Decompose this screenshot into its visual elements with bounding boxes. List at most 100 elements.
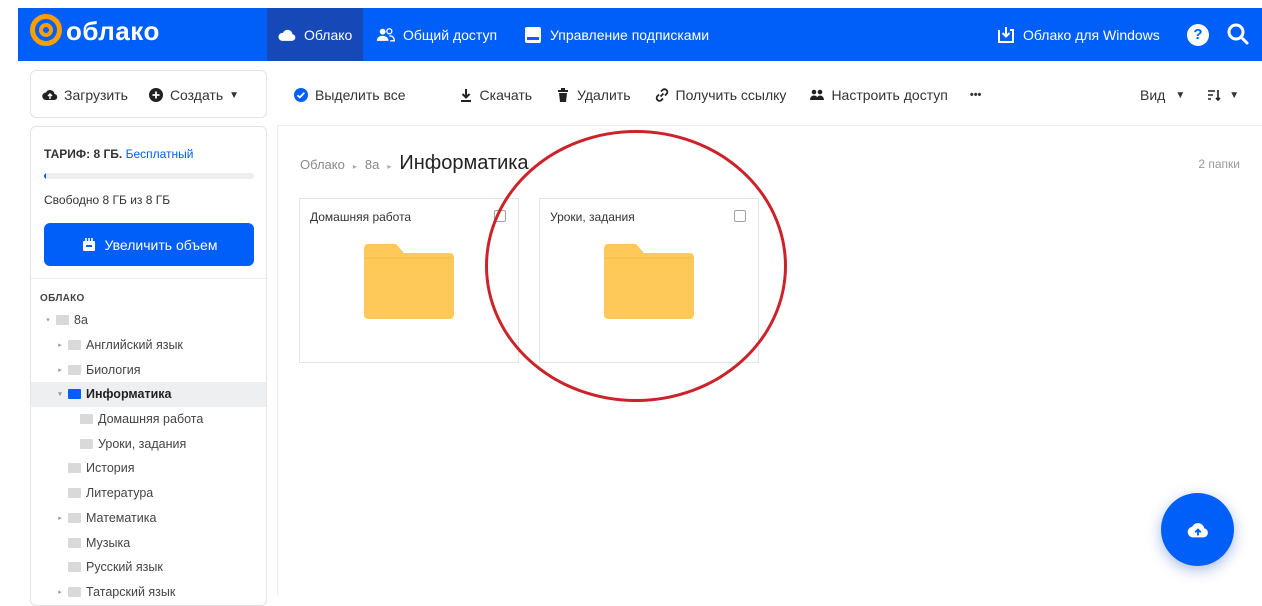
- plus-circle-icon: [148, 88, 163, 102]
- upload-create-toolbar: Загрузить Создать ▼: [42, 77, 239, 113]
- view-label: Вид: [1140, 87, 1166, 103]
- tree-item-label: Русский язык: [86, 560, 163, 575]
- breadcrumb-item-8a[interactable]: 8а: [365, 157, 379, 172]
- more-icon: •••: [969, 89, 982, 101]
- tree-item[interactable]: Музыка: [31, 530, 266, 555]
- tree-item[interactable]: ▾ 8а: [31, 308, 266, 333]
- logo[interactable]: облако: [30, 14, 160, 47]
- tree-item[interactable]: Домашняя работа: [31, 407, 266, 432]
- breadcrumb: Облако ▸ 8а ▸ Информатика: [300, 152, 529, 175]
- tree-item[interactable]: ▾ Информатика: [31, 382, 266, 407]
- storage-progress-fill: [44, 173, 47, 179]
- sort-button[interactable]: ▼: [1207, 87, 1239, 103]
- tree-item[interactable]: Уроки, задания: [31, 431, 266, 456]
- tree-item-label: Уроки, задания: [98, 436, 187, 451]
- breadcrumb-item-cloud[interactable]: Облако: [300, 157, 345, 172]
- upload-label: Загрузить: [64, 87, 128, 103]
- nav-item-cloud[interactable]: Облако: [277, 26, 352, 44]
- tree-item-label: Музыка: [86, 535, 131, 550]
- people-icon: [810, 89, 825, 100]
- sidebar: ТАРИФ: 8 ГБ. Бесплатный Свободно 8 ГБ из…: [30, 126, 267, 606]
- folder-icon: [56, 315, 69, 326]
- help-icon[interactable]: ?: [1187, 24, 1209, 46]
- upload-button[interactable]: Загрузить: [42, 87, 128, 103]
- tree-title: ОБЛАКО: [40, 293, 85, 304]
- folder-icon: [604, 244, 694, 319]
- chevron-down-icon[interactable]: ▾: [55, 390, 65, 398]
- trash-icon: [558, 88, 569, 102]
- folder-icon: [68, 364, 81, 375]
- tree-item-label: История: [86, 461, 135, 476]
- configure-access-label: Настроить доступ: [831, 87, 948, 103]
- configure-access-button[interactable]: Настроить доступ: [809, 87, 948, 103]
- folder-checkbox[interactable]: [734, 210, 746, 222]
- chevron-right-icon[interactable]: ▸: [55, 341, 65, 349]
- folder-name: Домашняя работа: [310, 210, 412, 224]
- chevron-right-icon[interactable]: ▸: [55, 514, 65, 522]
- nav-item-label: Общий доступ: [403, 27, 498, 43]
- cloud-upload-icon: [42, 90, 58, 101]
- tree-item-label: 8а: [74, 313, 88, 328]
- logo-at-icon: [30, 14, 62, 46]
- view-button[interactable]: Вид ▼: [1140, 87, 1185, 103]
- tree-item-label: Литература: [86, 486, 154, 501]
- folder-name: Уроки, задания: [550, 210, 635, 224]
- tree-item-label: Домашняя работа: [98, 412, 204, 427]
- main-toolbar: Выделить все Скачать Удалить Получить сс…: [293, 77, 981, 113]
- upload-fab-button[interactable]: [1161, 493, 1234, 566]
- select-all-button[interactable]: Выделить все: [293, 87, 406, 103]
- folder-icon: [68, 463, 81, 474]
- delete-button[interactable]: Удалить: [555, 87, 631, 103]
- tariff-prefix: ТАРИФ: 8 ГБ.: [44, 147, 123, 161]
- chevron-right-icon[interactable]: ▸: [55, 366, 65, 374]
- folder-count: 2 папки: [1198, 157, 1240, 171]
- cloud-icon: [278, 29, 296, 41]
- subscription-icon: [525, 27, 541, 43]
- nav-item-subscriptions[interactable]: Управление подписками: [523, 26, 709, 44]
- folder-tree: ▾ 8а ▸ Английский язык ▸ Биология ▾ Информатика…: [31, 308, 266, 605]
- download-button[interactable]: Скачать: [458, 87, 533, 103]
- download-label: Скачать: [479, 87, 533, 103]
- tree-item[interactable]: Литература: [31, 481, 266, 506]
- breadcrumb-separator-icon: ▸: [387, 162, 392, 171]
- tariff-name-link[interactable]: Бесплатный: [126, 147, 194, 161]
- delete-label: Удалить: [577, 87, 631, 103]
- breadcrumb-separator-icon: ▸: [352, 162, 357, 171]
- folder-icon: [68, 389, 81, 400]
- folder-icon: [68, 586, 81, 597]
- tree-item-label: Биология: [86, 362, 141, 377]
- free-space-text: Свободно 8 ГБ из 8 ГБ: [44, 193, 171, 207]
- users-icon: [376, 28, 396, 42]
- folder-checkbox[interactable]: [494, 210, 506, 222]
- tree-item[interactable]: Русский язык: [31, 555, 266, 580]
- folder-icon: [80, 414, 93, 425]
- folder-icon: [80, 438, 93, 449]
- increase-storage-button[interactable]: Увеличить объем: [44, 223, 254, 266]
- tree-item[interactable]: ▸ Английский язык: [31, 333, 266, 358]
- nav-item-label: Управление подписками: [550, 27, 710, 43]
- create-button[interactable]: Создать ▼: [148, 87, 239, 103]
- nav-item-label: Облако: [304, 27, 353, 43]
- storage-progress-bar: [44, 173, 254, 179]
- storage-icon: [82, 237, 95, 251]
- download-icon: [460, 89, 471, 102]
- logo-text: облако: [66, 16, 160, 46]
- folder-card-homework[interactable]: Домашняя работа: [299, 198, 519, 363]
- windows-app-label: Облако для Windows: [1023, 27, 1160, 43]
- tree-item[interactable]: ▸ Биология: [31, 357, 266, 382]
- increase-storage-label: Увеличить объем: [104, 236, 218, 253]
- tree-item[interactable]: ▸ Математика: [31, 506, 266, 531]
- search-icon[interactable]: [1226, 22, 1250, 46]
- cloud-upload-icon: [1187, 522, 1208, 537]
- tree-item[interactable]: ▸ Татарский язык: [31, 580, 266, 605]
- nav-item-shared[interactable]: Общий доступ: [376, 26, 497, 44]
- tree-item[interactable]: История: [31, 456, 266, 481]
- chevron-down-icon[interactable]: ▾: [43, 316, 53, 324]
- more-button[interactable]: •••: [970, 89, 982, 101]
- folder-card-lessons[interactable]: Уроки, задания: [539, 198, 759, 363]
- tree-item-label: Математика: [86, 510, 157, 525]
- folder-icon: [364, 244, 454, 319]
- windows-app-link[interactable]: Облако для Windows: [996, 26, 1160, 44]
- folder-icon: [68, 537, 81, 548]
- get-link-button[interactable]: Получить ссылку: [654, 87, 786, 103]
